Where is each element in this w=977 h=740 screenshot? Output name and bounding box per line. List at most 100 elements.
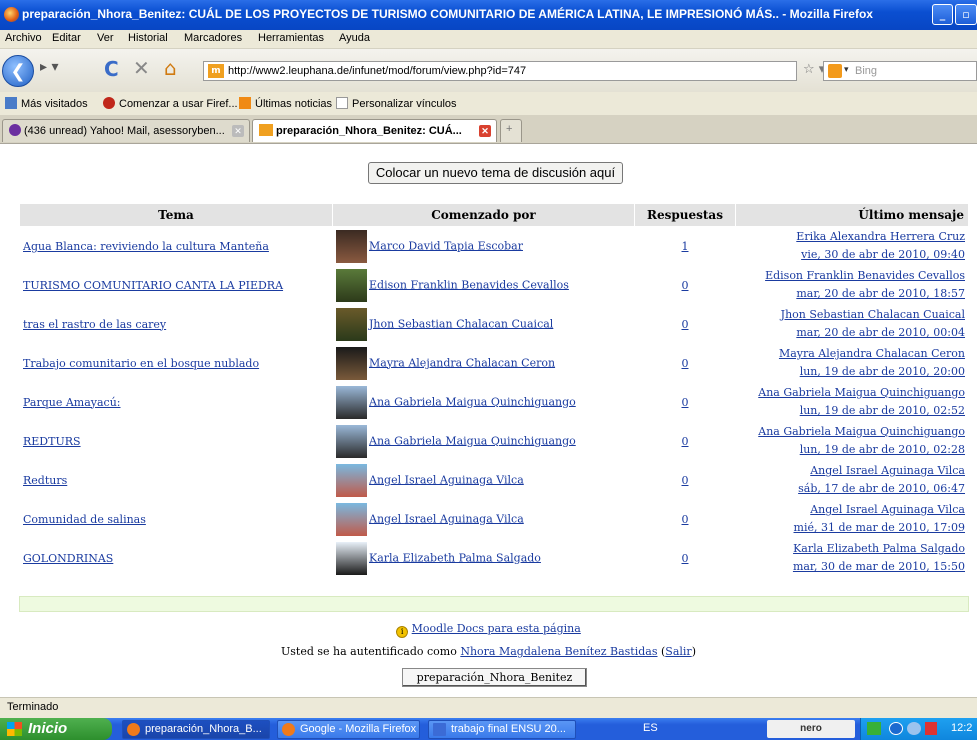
- author-avatar[interactable]: [336, 268, 367, 302]
- bookmark-comenzar[interactable]: Comenzar a usar Firef...: [103, 97, 238, 110]
- tab-forum-active[interactable]: preparación_Nhora_Benitez: CUÁ... ✕: [252, 119, 497, 142]
- last-post-author-link[interactable]: Mayra Alejandra Chalacan Ceron: [779, 347, 965, 360]
- replies-link[interactable]: 0: [682, 279, 689, 292]
- topic-link[interactable]: GOLONDRINAS: [23, 552, 113, 565]
- replies-cell: 0: [634, 421, 736, 461]
- task-firefox-forum[interactable]: preparación_Nhora_B...: [122, 720, 270, 739]
- menu-historial[interactable]: Historial: [128, 32, 168, 44]
- author-link[interactable]: Marco David Tapia Escobar: [369, 239, 523, 252]
- tab-yahoo-mail[interactable]: (436 unread) Yahoo! Mail, asessoryben...…: [2, 119, 250, 142]
- topic-link[interactable]: REDTURS: [23, 435, 81, 448]
- replies-link[interactable]: 0: [682, 474, 689, 487]
- tab-close-icon[interactable]: ✕: [479, 125, 491, 137]
- last-post-cell: Jhon Sebastian Chalacan Cuaical mar, 20 d…: [735, 304, 969, 344]
- author-link[interactable]: Angel Israel Aguinaga Vilca: [369, 512, 524, 525]
- replies-link[interactable]: 0: [682, 318, 689, 331]
- topic-link[interactable]: TURISMO COMUNITARIO CANTA LA PIEDRA: [23, 279, 283, 292]
- author-link[interactable]: Edison Franklin Benavides Cevallos: [369, 278, 569, 291]
- start-button[interactable]: Inicio: [0, 718, 112, 740]
- course-button[interactable]: preparación_Nhora_Benitez: [402, 668, 587, 687]
- stop-icon[interactable]: ✕: [133, 56, 150, 80]
- author-link[interactable]: Ana Gabriela Maigua Quinchiguango: [369, 434, 576, 447]
- last-post-author-link[interactable]: Ana Gabriela Maigua Quinchiguango: [758, 386, 965, 399]
- topic-link[interactable]: Redturs: [23, 474, 67, 487]
- last-post-author-link[interactable]: Jhon Sebastian Chalacan Cuaical: [781, 308, 965, 321]
- home-icon[interactable]: ⌂: [164, 56, 177, 80]
- bookmark-mas-visitados[interactable]: Más visitados: [5, 97, 88, 110]
- last-post-author-link[interactable]: Ana Gabriela Maigua Quinchiguango: [758, 425, 965, 438]
- menu-archivo[interactable]: Archivo: [5, 32, 42, 44]
- topic-link[interactable]: Agua Blanca: reviviendo la cultura Mante…: [23, 240, 269, 253]
- author-link[interactable]: Jhon Sebastian Chalacan Cuaical: [369, 317, 553, 330]
- last-post-author-link[interactable]: Angel Israel Aguinaga Vilca: [810, 503, 965, 516]
- author-avatar[interactable]: [336, 502, 367, 536]
- nero-search-box[interactable]: nero: [767, 720, 855, 738]
- last-post-date-link[interactable]: sáb, 17 de abr de 2010, 06:47: [798, 482, 965, 495]
- last-post-author-link[interactable]: Edison Franklin Benavides Cevallos: [765, 269, 965, 282]
- bookmark-ultimas-noticias[interactable]: Últimas noticias: [239, 97, 332, 110]
- menu-herramientas[interactable]: Herramientas: [258, 32, 324, 44]
- last-post-date-link[interactable]: lun, 19 de abr de 2010, 20:00: [800, 365, 965, 378]
- menu-ayuda[interactable]: Ayuda: [339, 32, 370, 44]
- new-tab-button[interactable]: +: [500, 119, 522, 142]
- author-avatar[interactable]: [336, 463, 367, 497]
- topic-link[interactable]: Trabajo comunitario en el bosque nublado: [23, 357, 259, 370]
- author-link[interactable]: Karla Elizabeth Palma Salgado: [369, 551, 541, 564]
- last-post-date-link[interactable]: lun, 19 de abr de 2010, 02:52: [800, 404, 965, 417]
- search-engine-dropdown-icon[interactable]: ▾: [844, 65, 849, 75]
- topic-cell: Parque Amayacú:: [19, 382, 333, 422]
- topic-link[interactable]: tras el rastro de las carey: [23, 318, 166, 331]
- menu-marcadores[interactable]: Marcadores: [184, 32, 242, 44]
- minimize-button[interactable]: _: [932, 4, 953, 25]
- replies-link[interactable]: 0: [682, 396, 689, 409]
- menu-ver[interactable]: Ver: [97, 32, 114, 44]
- security-icon[interactable]: [925, 722, 937, 735]
- author-avatar[interactable]: [336, 424, 367, 458]
- bookmark-personalizar[interactable]: Personalizar vínculos: [336, 97, 457, 110]
- author-avatar[interactable]: [336, 229, 367, 263]
- search-input[interactable]: ▾ Bing: [823, 61, 977, 81]
- network-icon[interactable]: [889, 722, 903, 735]
- topic-link[interactable]: Parque Amayacú:: [23, 396, 121, 409]
- reload-icon[interactable]: C: [104, 57, 119, 81]
- last-post-date-link[interactable]: mar, 20 de abr de 2010, 18:57: [796, 287, 965, 300]
- last-post-date-link[interactable]: vie, 30 de abr de 2010, 09:40: [801, 248, 965, 261]
- author-avatar[interactable]: [336, 307, 367, 341]
- language-indicator[interactable]: ES: [643, 722, 658, 734]
- address-bar[interactable]: m http://www2.leuphana.de/infunet/mod/fo…: [203, 61, 797, 81]
- topic-link[interactable]: Comunidad de salinas: [23, 513, 146, 526]
- last-post-author-link[interactable]: Angel Israel Aguinaga Vilca: [810, 464, 965, 477]
- author-link[interactable]: Ana Gabriela Maigua Quinchiguango: [369, 395, 576, 408]
- maximize-button[interactable]: ▫: [955, 4, 977, 25]
- replies-link[interactable]: 0: [682, 357, 689, 370]
- last-post-date-link[interactable]: mar, 20 de abr de 2010, 00:04: [796, 326, 965, 339]
- logout-link[interactable]: Salir: [665, 645, 691, 658]
- last-post-author-link[interactable]: Karla Elizabeth Palma Salgado: [793, 542, 965, 555]
- author-link[interactable]: Mayra Alejandra Chalacan Ceron: [369, 356, 555, 369]
- last-post-date-link[interactable]: mié, 31 de mar de 2010, 17:09: [794, 521, 965, 534]
- logged-in-info: Usted se ha autentificado como Nhora Mag…: [281, 645, 696, 658]
- task-word-document[interactable]: trabajo final ENSU 20...: [428, 720, 576, 739]
- replies-link[interactable]: 0: [682, 552, 689, 565]
- author-avatar[interactable]: [336, 541, 367, 575]
- tab-close-icon[interactable]: ✕: [232, 125, 244, 137]
- replies-link[interactable]: 0: [682, 513, 689, 526]
- new-topic-button[interactable]: Colocar un nuevo tema de discusión aquí: [368, 162, 623, 184]
- forward-arrow-icon[interactable]: ▸ ▾: [40, 59, 59, 75]
- author-avatar[interactable]: [336, 346, 367, 380]
- last-post-author-link[interactable]: Erika Alexandra Herrera Cruz: [796, 230, 965, 243]
- replies-link[interactable]: 1: [682, 240, 689, 253]
- author-link[interactable]: Angel Israel Aguinaga Vilca: [369, 473, 524, 486]
- user-profile-link[interactable]: Nhora Magdalena Benítez Bastidas: [460, 645, 657, 658]
- moodle-docs-link[interactable]: Moodle Docs para esta página: [412, 622, 581, 635]
- replies-link[interactable]: 0: [682, 435, 689, 448]
- task-firefox-google[interactable]: Google - Mozilla Firefox: [277, 720, 420, 739]
- bookmark-star-icon[interactable]: ☆ ▾: [803, 62, 825, 77]
- last-post-date-link[interactable]: lun, 19 de abr de 2010, 02:28: [800, 443, 965, 456]
- author-avatar[interactable]: [336, 385, 367, 419]
- menu-editar[interactable]: Editar: [52, 32, 81, 44]
- last-post-date-link[interactable]: mar, 30 de mar de 2010, 15:50: [793, 560, 965, 573]
- messenger-icon[interactable]: [907, 722, 921, 735]
- tray-app-icon[interactable]: [867, 722, 881, 735]
- back-arrow-icon[interactable]: ❮: [2, 55, 34, 87]
